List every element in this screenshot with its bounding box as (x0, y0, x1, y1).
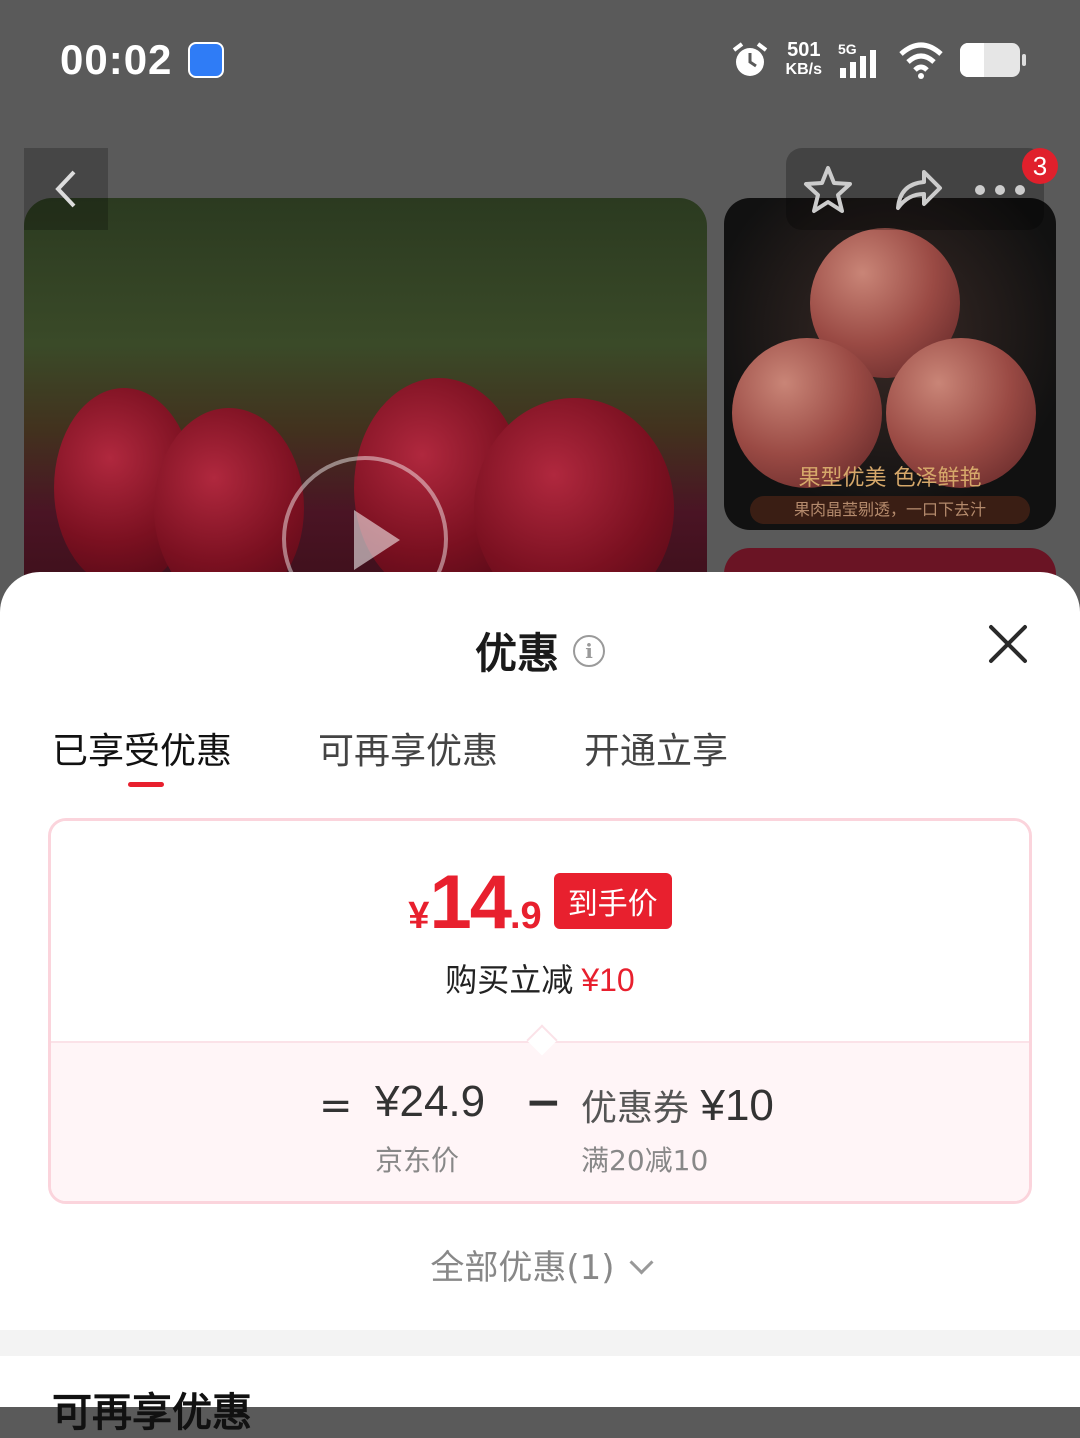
top-action-bar (786, 148, 1044, 230)
chevron-down-icon (629, 1250, 654, 1275)
price-formula-section: = ¥24.9 京东价 − 优惠券 ¥10 满20减10 (51, 1041, 1029, 1201)
wifi-icon (899, 42, 943, 79)
status-bar: 00:02 501 KB/s 5G (0, 0, 1080, 120)
section-divider (0, 1330, 1080, 1356)
back-button[interactable] (24, 148, 108, 230)
cellular-signal-icon: 5G (838, 41, 876, 78)
final-price: ¥14.9 到手价 (51, 859, 1029, 946)
all-offers-toggle[interactable]: 全部优惠(1) (0, 1240, 1080, 1289)
jd-price-label: 京东价 (375, 1144, 460, 1177)
coupon-condition: 满20减10 (581, 1144, 709, 1177)
star-icon[interactable] (800, 162, 856, 218)
alarm-icon (732, 42, 767, 76)
product-thumbnail[interactable]: 果型优美 色泽鲜艳 果肉晶莹剔透，一口下去汁 (724, 198, 1056, 530)
network-speed: 501 KB/s (785, 39, 822, 78)
coupon-amount: 优惠券 ¥10 (581, 1081, 774, 1130)
section-title: 可再享优惠 (52, 1390, 252, 1436)
screen-capture-icon (188, 42, 224, 78)
close-button[interactable] (984, 620, 1032, 668)
info-icon[interactable]: i (573, 634, 605, 667)
status-icons: 501 KB/s 5G (730, 38, 1026, 82)
tab-more-available[interactable]: 可再享优惠 (318, 722, 498, 774)
more-icon[interactable] (970, 162, 1030, 218)
active-tab-indicator (128, 782, 164, 787)
sheet-title: 优惠 i (0, 620, 1080, 681)
final-price-section: ¥14.9 到手价 购买立减 ¥10 (51, 821, 1029, 1041)
thumbnail-caption: 果型优美 色泽鲜艳 (798, 466, 982, 491)
tab-open-membership[interactable]: 开通立享 (584, 722, 728, 774)
battery-icon (960, 43, 1026, 77)
jd-price: ¥24.9 (375, 1077, 486, 1126)
minus-sign: − (525, 1077, 562, 1128)
product-media: 果型优美 色泽鲜艳 果肉晶莹剔透，一口下去汁 (0, 120, 1080, 682)
chevron-left-icon (55, 170, 76, 208)
share-icon[interactable] (890, 162, 946, 218)
price-breakdown-card: ¥14.9 到手价 购买立减 ¥10 = ¥24.9 京东价 − 优惠券 ¥10 满… (48, 818, 1032, 1204)
tab-enjoyed[interactable]: 已享受优惠 (52, 722, 232, 774)
thumbnail-subcaption: 果肉晶莹剔透，一口下去汁 (750, 496, 1030, 524)
final-price-tag: 到手价 (553, 873, 672, 929)
equals-sign: = (319, 1083, 353, 1129)
svg-text:5G: 5G (838, 41, 857, 57)
product-video-thumbnail[interactable] (24, 198, 707, 618)
notification-badge: 3 (1022, 148, 1058, 184)
clock: 00:02 (60, 36, 173, 83)
play-icon[interactable] (354, 510, 400, 570)
instant-discount: 购买立减 ¥10 (445, 961, 635, 999)
